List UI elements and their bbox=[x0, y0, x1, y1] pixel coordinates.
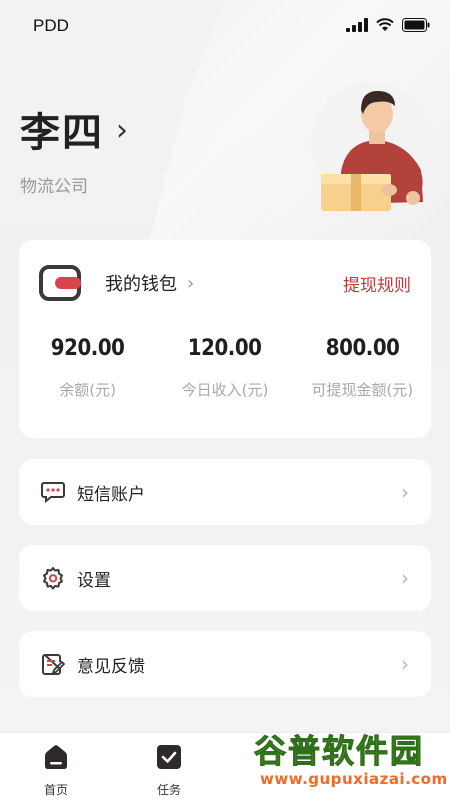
stat-value: 800.00 bbox=[325, 336, 400, 361]
stat-label: 余额(元) bbox=[59, 381, 117, 399]
menu-item-settings[interactable]: 设置 › bbox=[19, 545, 431, 611]
wallet-icon bbox=[39, 265, 81, 301]
profile-section[interactable]: 李四 › 物流公司 bbox=[20, 100, 128, 197]
watermark-url: www.gupuxiazai.com bbox=[260, 770, 448, 788]
user-name[interactable]: 李四 bbox=[20, 100, 104, 158]
menu-item-sms-account[interactable]: 短信账户 › bbox=[19, 459, 431, 525]
tab-label: 首页 bbox=[43, 783, 68, 797]
stat-today-income: 120.00 今日收入(元) bbox=[156, 336, 293, 400]
menu-label: 短信账户 bbox=[77, 484, 145, 505]
wallet-stats: 920.00 余额(元) 120.00 今日收入(元) 800.00 可提现金额… bbox=[19, 336, 431, 400]
stat-withdrawable: 800.00 可提现金额(元) bbox=[294, 336, 431, 400]
menu-label: 设置 bbox=[77, 570, 111, 591]
feedback-icon bbox=[41, 652, 65, 676]
tab-home[interactable]: 首页 bbox=[26, 743, 86, 798]
withdraw-rules-link[interactable]: 提现规则 bbox=[343, 271, 411, 296]
avatar[interactable] bbox=[311, 82, 431, 211]
stat-label: 可提现金额(元) bbox=[311, 381, 414, 399]
message-icon bbox=[41, 480, 65, 504]
menu-item-feedback[interactable]: 意见反馈 › bbox=[19, 631, 431, 697]
chevron-right-icon[interactable]: › bbox=[187, 273, 194, 294]
chevron-right-icon: › bbox=[401, 480, 409, 504]
stat-value: 120.00 bbox=[188, 336, 262, 361]
wifi-icon bbox=[376, 18, 394, 31]
signal-icon bbox=[346, 18, 368, 32]
wallet-card: 我的钱包 › 提现规则 920.00 余额(元) 120.00 今日收入(元) … bbox=[19, 240, 431, 438]
site-watermark: 谷普软件园 www.gupuxiazai.com bbox=[253, 726, 448, 796]
status-icons bbox=[346, 18, 430, 32]
tab-label: 任务 bbox=[156, 783, 181, 797]
tab-tasks[interactable]: 任务 bbox=[139, 743, 199, 798]
chevron-right-icon[interactable]: › bbox=[116, 116, 128, 146]
stat-value: 920.00 bbox=[50, 336, 125, 361]
menu-label: 意见反馈 bbox=[77, 656, 145, 677]
chevron-right-icon: › bbox=[401, 566, 409, 590]
chevron-right-icon: › bbox=[401, 652, 409, 676]
watermark-title: 谷普软件园 bbox=[253, 732, 425, 771]
status-bar: PDD bbox=[0, 0, 450, 52]
gear-icon bbox=[41, 566, 65, 590]
courier-illustration bbox=[321, 90, 423, 211]
wallet-header[interactable]: 我的钱包 › 提现规则 bbox=[39, 262, 411, 304]
battery-icon bbox=[402, 18, 430, 32]
company-name: 物流公司 bbox=[20, 177, 88, 197]
wallet-title[interactable]: 我的钱包 bbox=[105, 270, 177, 296]
home-icon bbox=[45, 745, 67, 769]
stat-label: 今日收入(元) bbox=[181, 381, 269, 399]
stat-balance: 920.00 余额(元) bbox=[19, 336, 156, 400]
carrier-label: PDD bbox=[33, 16, 69, 35]
task-icon bbox=[157, 745, 181, 769]
